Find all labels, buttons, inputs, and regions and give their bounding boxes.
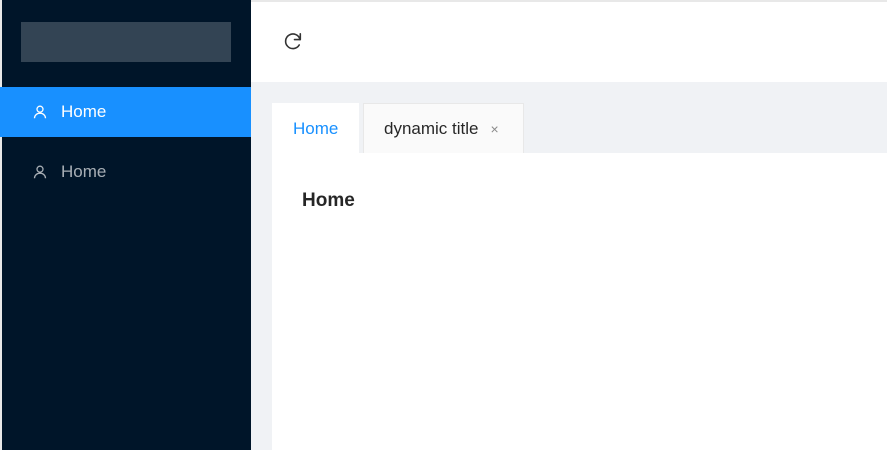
tabs-bar: Home dynamic title × xyxy=(272,103,887,153)
sidebar-item-label: Home xyxy=(61,102,107,121)
user-icon xyxy=(33,105,47,119)
page-title: Home xyxy=(302,190,355,211)
user-icon xyxy=(33,165,47,179)
close-icon[interactable]: × xyxy=(490,121,498,137)
header xyxy=(251,2,887,82)
sidebar-item-label: Home xyxy=(61,162,107,181)
sidebar-edge xyxy=(0,0,2,450)
tab-label: dynamic title xyxy=(384,118,479,138)
tab-dynamic-title[interactable]: dynamic title × xyxy=(363,103,524,153)
reload-icon[interactable] xyxy=(282,30,304,52)
tab-home[interactable]: Home xyxy=(272,103,359,153)
sidebar-item-home-active[interactable]: Home xyxy=(0,87,251,137)
content-area: Home dynamic title × Home xyxy=(251,82,887,450)
tab-label: Home xyxy=(293,118,339,138)
page-panel: Home xyxy=(272,153,887,450)
sidebar-item-home[interactable]: Home xyxy=(0,147,251,197)
sidebar: Home Home xyxy=(0,0,251,450)
logo-placeholder xyxy=(21,22,231,62)
